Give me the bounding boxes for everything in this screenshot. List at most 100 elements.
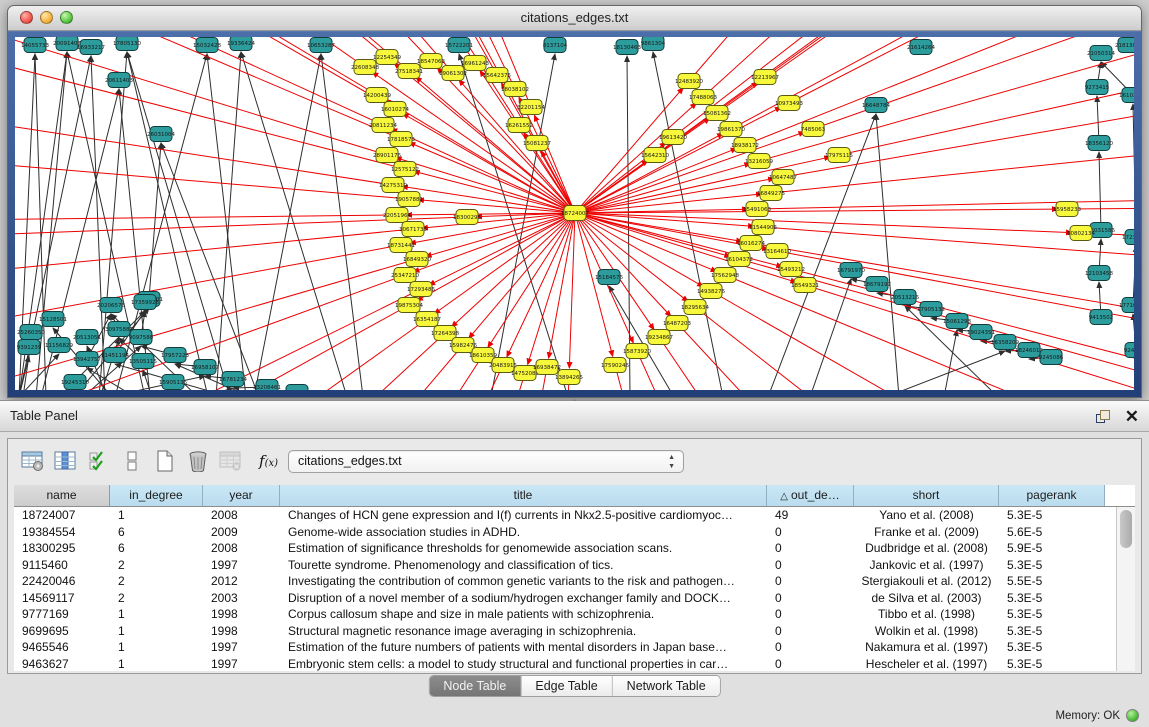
- tab-network-table[interactable]: Network Table: [613, 676, 720, 696]
- column-select-icon[interactable]: [53, 448, 79, 474]
- graph-node-label: 19024351: [967, 330, 995, 336]
- attribute-table: namein_degreeyeartitle△out_de…shortpager…: [14, 485, 1135, 671]
- table-settings-icon[interactable]: [20, 448, 46, 474]
- table-row[interactable]: 911546021997Tourette syndrome. Phenomeno…: [14, 557, 1116, 574]
- table-cell: 0: [767, 656, 854, 672]
- table-cell: 0: [767, 639, 854, 656]
- table-toolbar: f(x) citations_edges.txt ▲▼: [8, 439, 1141, 483]
- table-cell: 6: [110, 540, 203, 557]
- vertical-scrollbar[interactable]: [1116, 507, 1135, 671]
- table-row[interactable]: 2242004622012Investigating the contribut…: [14, 573, 1116, 590]
- graph-node-label: 16648784: [862, 103, 890, 109]
- delete-table-icon[interactable]: [218, 448, 244, 474]
- graph-node-label: 17818573: [387, 137, 415, 143]
- tab-edge-table[interactable]: Edge Table: [521, 676, 612, 696]
- graph-node-label: 18547063: [417, 59, 445, 65]
- table-cell: 0: [767, 606, 854, 623]
- table-row[interactable]: 1872400712008Changes of HCN gene express…: [14, 507, 1116, 524]
- select-checks-icon[interactable]: [86, 448, 112, 474]
- column-header-year[interactable]: year: [203, 485, 280, 506]
- zoom-window-icon[interactable]: [60, 11, 73, 24]
- table-cell: 1: [110, 507, 203, 524]
- memory-status-icon[interactable]: [1126, 709, 1139, 722]
- citation-edge-black: [1133, 104, 1134, 237]
- graph-node-label: 15184576: [595, 275, 623, 281]
- citation-edge-red: [434, 213, 575, 314]
- citation-edge-black: [810, 279, 851, 390]
- graph-node-label: 16781234: [219, 377, 247, 383]
- table-cell: Estimation of the future numbers of pati…: [280, 639, 767, 656]
- citation-edge-black: [876, 114, 899, 390]
- graph-node-label: 17710354: [1119, 303, 1134, 309]
- citation-graph[interactable]: 1405573320091406169332171780513015032428…: [15, 37, 1134, 390]
- graph-node-label: 26031004: [147, 132, 175, 138]
- graph-node-label: 10973493: [775, 101, 803, 107]
- window-titlebar[interactable]: citations_edges.txt: [8, 6, 1141, 31]
- scrollbar-thumb[interactable]: [1120, 510, 1132, 548]
- column-header-short[interactable]: short: [854, 485, 999, 506]
- table-cell: 2008: [203, 507, 280, 524]
- table-cell: Changes of HCN gene expression and I(f) …: [280, 507, 767, 524]
- new-document-icon[interactable]: [152, 448, 178, 474]
- citation-edge-red: [575, 213, 1072, 233]
- column-header-title[interactable]: title: [280, 485, 767, 506]
- citation-edge-black: [1099, 152, 1101, 230]
- network-canvas[interactable]: 1405573320091406169332171780513015032428…: [15, 37, 1134, 390]
- table-row[interactable]: 946362711997Embryonic stem cells: a mode…: [14, 656, 1116, 672]
- citation-edge-black: [886, 351, 1005, 390]
- graph-node-label: 7485063: [801, 127, 826, 133]
- table-type-tabs: Node TableEdge TableNetwork Table: [428, 675, 720, 697]
- table-cell: 1: [110, 606, 203, 623]
- graph-node-label: 18246013: [1015, 348, 1043, 354]
- graph-node-label: 28901176: [373, 153, 401, 159]
- table-row[interactable]: 1456911722003Disruption of a novel membe…: [14, 590, 1116, 607]
- column-header-out_de[interactable]: △out_de…: [767, 485, 854, 506]
- graph-node-label: 10647487: [769, 175, 797, 181]
- graph-node-label: 18679197: [863, 282, 891, 288]
- column-header-name[interactable]: name: [14, 485, 110, 506]
- column-header-pagerank[interactable]: pagerank: [999, 485, 1105, 506]
- graph-node-label: 19613420: [659, 135, 687, 141]
- table-row[interactable]: 946554611997Estimation of the future num…: [14, 639, 1116, 656]
- table-cell: 49: [767, 507, 854, 524]
- graph-node-label: 21813046: [1115, 43, 1134, 49]
- graph-node-label: 16261552: [505, 123, 533, 129]
- table-selector-dropdown[interactable]: citations_edges.txt ▲▼: [288, 450, 684, 473]
- table-cell: Investigating the contribution of common…: [280, 573, 767, 590]
- table-cell: 5.3E-5: [999, 623, 1105, 640]
- table-cell: Stergiakouli et al. (2012): [854, 573, 999, 590]
- graph-node-label: 16938472: [533, 365, 561, 371]
- graph-node-label: 15128501: [39, 317, 67, 323]
- graph-node-label: 9273415: [1085, 85, 1110, 91]
- table-row[interactable]: 1830029562008Estimation of significance …: [14, 540, 1116, 557]
- table-cell: 9777169: [14, 606, 110, 623]
- column-header-in_degree[interactable]: in_degree: [110, 485, 203, 506]
- table-cell: 22420046: [14, 573, 110, 590]
- tab-node-table[interactable]: Node Table: [429, 676, 521, 696]
- graph-node-label: 14275310: [379, 183, 407, 189]
- graph-node-label: 13216059: [745, 159, 773, 165]
- function-builder-icon[interactable]: f(x): [259, 452, 278, 470]
- citation-edge-black: [254, 54, 321, 390]
- table-cell: 1997: [203, 656, 280, 672]
- graph-node-label: 9413502: [1089, 315, 1114, 321]
- table-cell: Disruption of a novel member of a sodium…: [280, 590, 767, 607]
- graph-node-label: 8137104: [543, 43, 568, 49]
- graph-node-label: 9391239: [17, 345, 42, 351]
- graph-node-label: 10653287: [307, 43, 335, 49]
- row-boxes-icon[interactable]: [119, 448, 145, 474]
- graph-node-label: 19061302: [439, 71, 467, 77]
- table-header-row: namein_degreeyeartitle△out_de…shortpager…: [14, 485, 1135, 507]
- minimize-window-icon[interactable]: [40, 11, 53, 24]
- table-row[interactable]: 977716911998Corpus callosum shape and si…: [14, 606, 1116, 623]
- close-panel-icon[interactable]: ✕: [1125, 408, 1139, 425]
- close-window-icon[interactable]: [20, 11, 33, 24]
- graph-node-label: 17359928: [131, 300, 159, 306]
- table-row[interactable]: 969969511998Structural magnetic resonanc…: [14, 623, 1116, 640]
- table-cell: 5.6E-5: [999, 524, 1105, 541]
- float-window-icon[interactable]: [1096, 410, 1111, 424]
- table-row[interactable]: 1938455462009Genome-wide association stu…: [14, 524, 1116, 541]
- delete-rows-trash-icon[interactable]: [185, 448, 211, 474]
- table-cell: de Silva et al. (2003): [854, 590, 999, 607]
- graph-node-label: 12483920: [675, 79, 703, 85]
